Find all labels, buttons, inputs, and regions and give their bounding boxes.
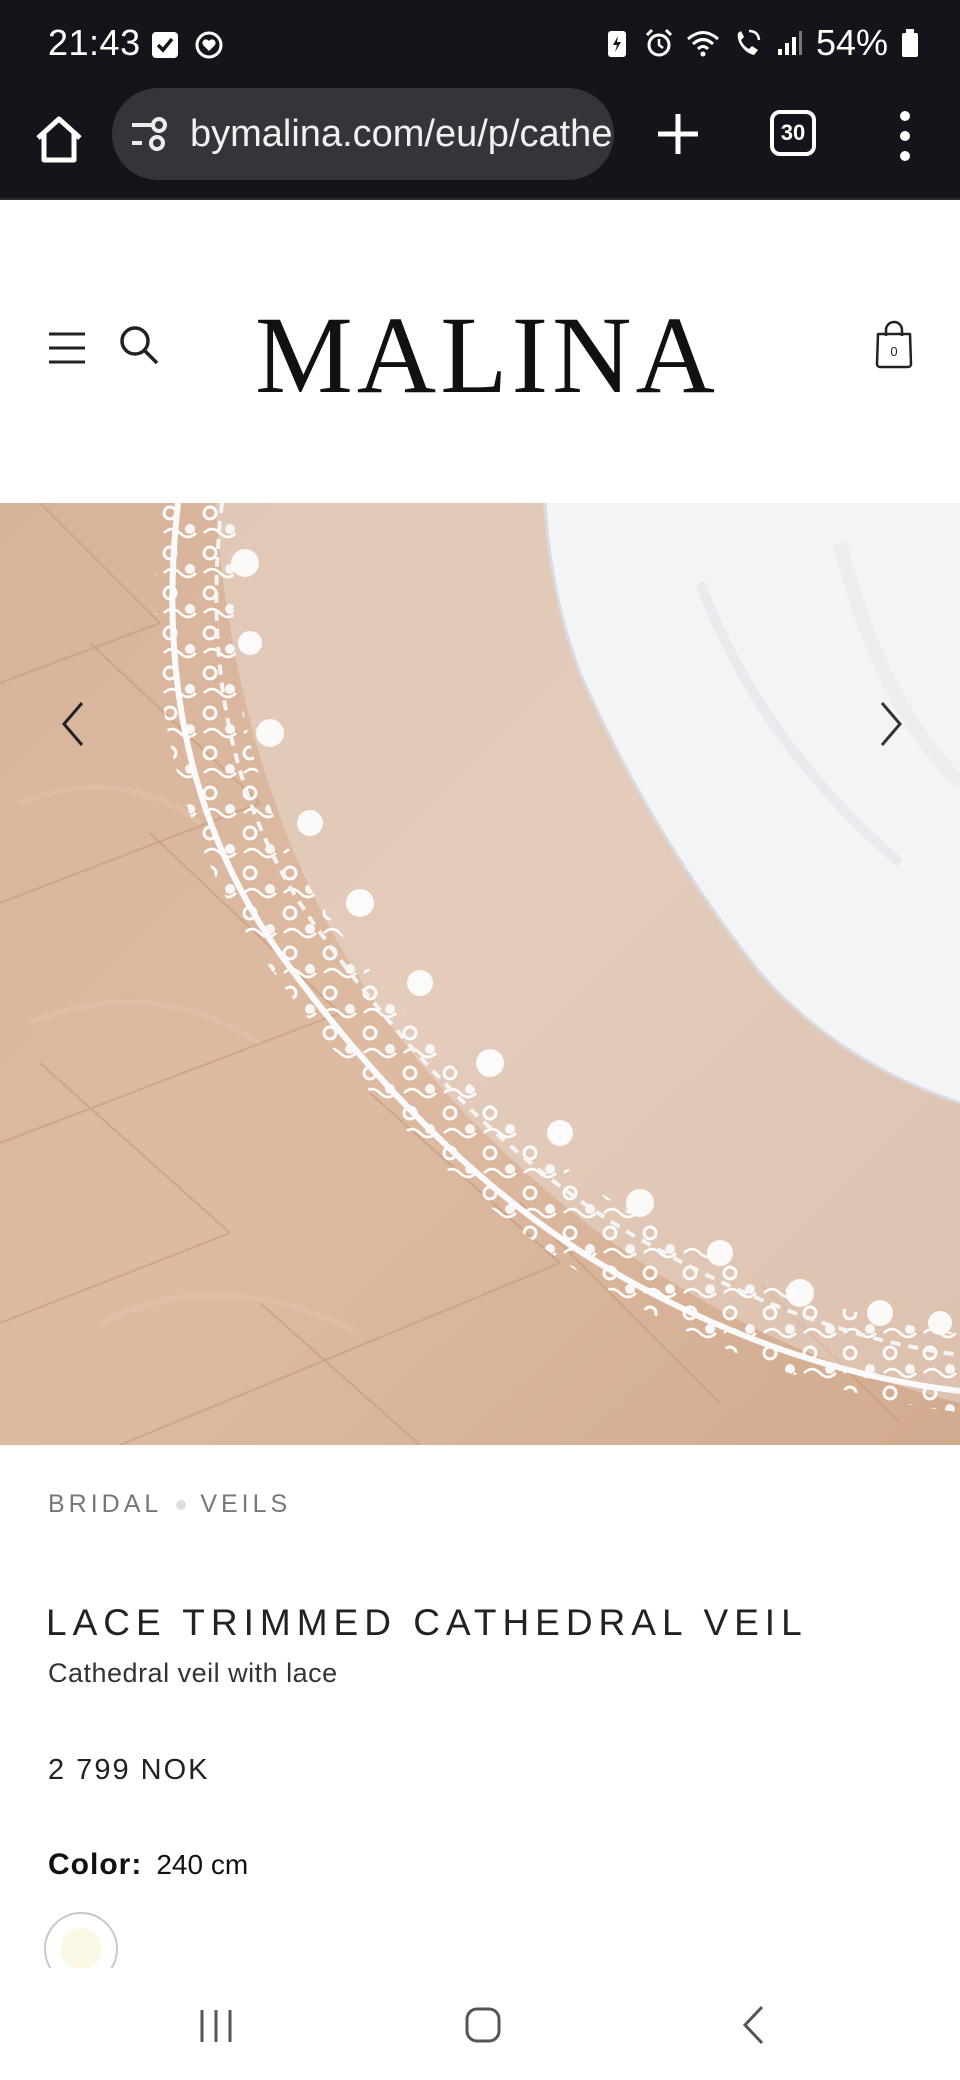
breadcrumb-separator	[176, 1499, 187, 1510]
new-tab-plus-icon[interactable]	[650, 106, 706, 162]
hamburger-menu-icon[interactable]	[48, 330, 86, 366]
color-label: Color:	[48, 1848, 143, 1881]
system-navigation-bar	[0, 1968, 960, 2080]
color-row: Color: 240 cm	[48, 1848, 248, 1882]
battery-icon	[902, 29, 918, 57]
color-swatch-fill	[60, 1928, 102, 1968]
alarm-icon	[645, 28, 672, 57]
search-icon[interactable]	[118, 324, 160, 366]
wifi-call-icon	[737, 29, 761, 55]
shopping-bag-icon[interactable]: 0	[874, 320, 914, 370]
home-nav-icon[interactable]	[464, 2006, 502, 2044]
status-bar: 21:43 54%	[0, 0, 960, 88]
carousel-next-icon[interactable]	[872, 699, 908, 749]
browser-toolbar: bymalina.com/eu/p/cathe 30	[0, 88, 960, 200]
battery-percent: 54%	[815, 22, 888, 63]
status-right: 54%	[602, 22, 920, 64]
heart-notification-icon	[195, 31, 223, 59]
cart-count: 0	[890, 344, 897, 359]
status-time: 21:43	[48, 22, 141, 63]
breadcrumb-veils[interactable]: VEILS	[200, 1490, 291, 1519]
wifi-icon	[686, 31, 719, 57]
signal-icon	[777, 31, 802, 55]
home-icon[interactable]	[30, 110, 88, 168]
recent-apps-icon[interactable]	[196, 2008, 236, 2044]
breadcrumb: BRIDAL VEILS	[48, 1490, 291, 1519]
brand-logo[interactable]: MALINA	[255, 300, 719, 410]
url-text[interactable]: bymalina.com/eu/p/cathe	[190, 113, 612, 156]
site-settings-icon[interactable]	[130, 114, 170, 154]
check-notification-icon	[152, 32, 178, 58]
product-title: LACE TRIMMED CATHEDRAL VEIL	[46, 1602, 808, 1643]
color-value: 240 cm	[156, 1849, 249, 1880]
color-swatch-container	[44, 1912, 120, 1968]
product-image-carousel[interactable]	[0, 503, 960, 1445]
carousel-prev-icon[interactable]	[56, 699, 92, 749]
product-photo	[0, 503, 960, 1445]
product-subtitle: Cathedral veil with lace	[48, 1658, 338, 1688]
site-header: MALINA 0	[0, 202, 960, 502]
url-bar[interactable]: bymalina.com/eu/p/cathe	[112, 88, 614, 180]
battery-saver-icon	[607, 31, 626, 57]
product-price: 2 799 NOK	[48, 1754, 210, 1786]
tab-count-button[interactable]: 30	[770, 110, 816, 156]
notification-icons	[150, 28, 224, 60]
back-nav-icon[interactable]	[740, 2004, 766, 2046]
color-swatch[interactable]	[44, 1912, 118, 1968]
breadcrumb-bridal[interactable]: BRIDAL	[48, 1490, 162, 1519]
more-menu-icon[interactable]	[890, 108, 920, 164]
